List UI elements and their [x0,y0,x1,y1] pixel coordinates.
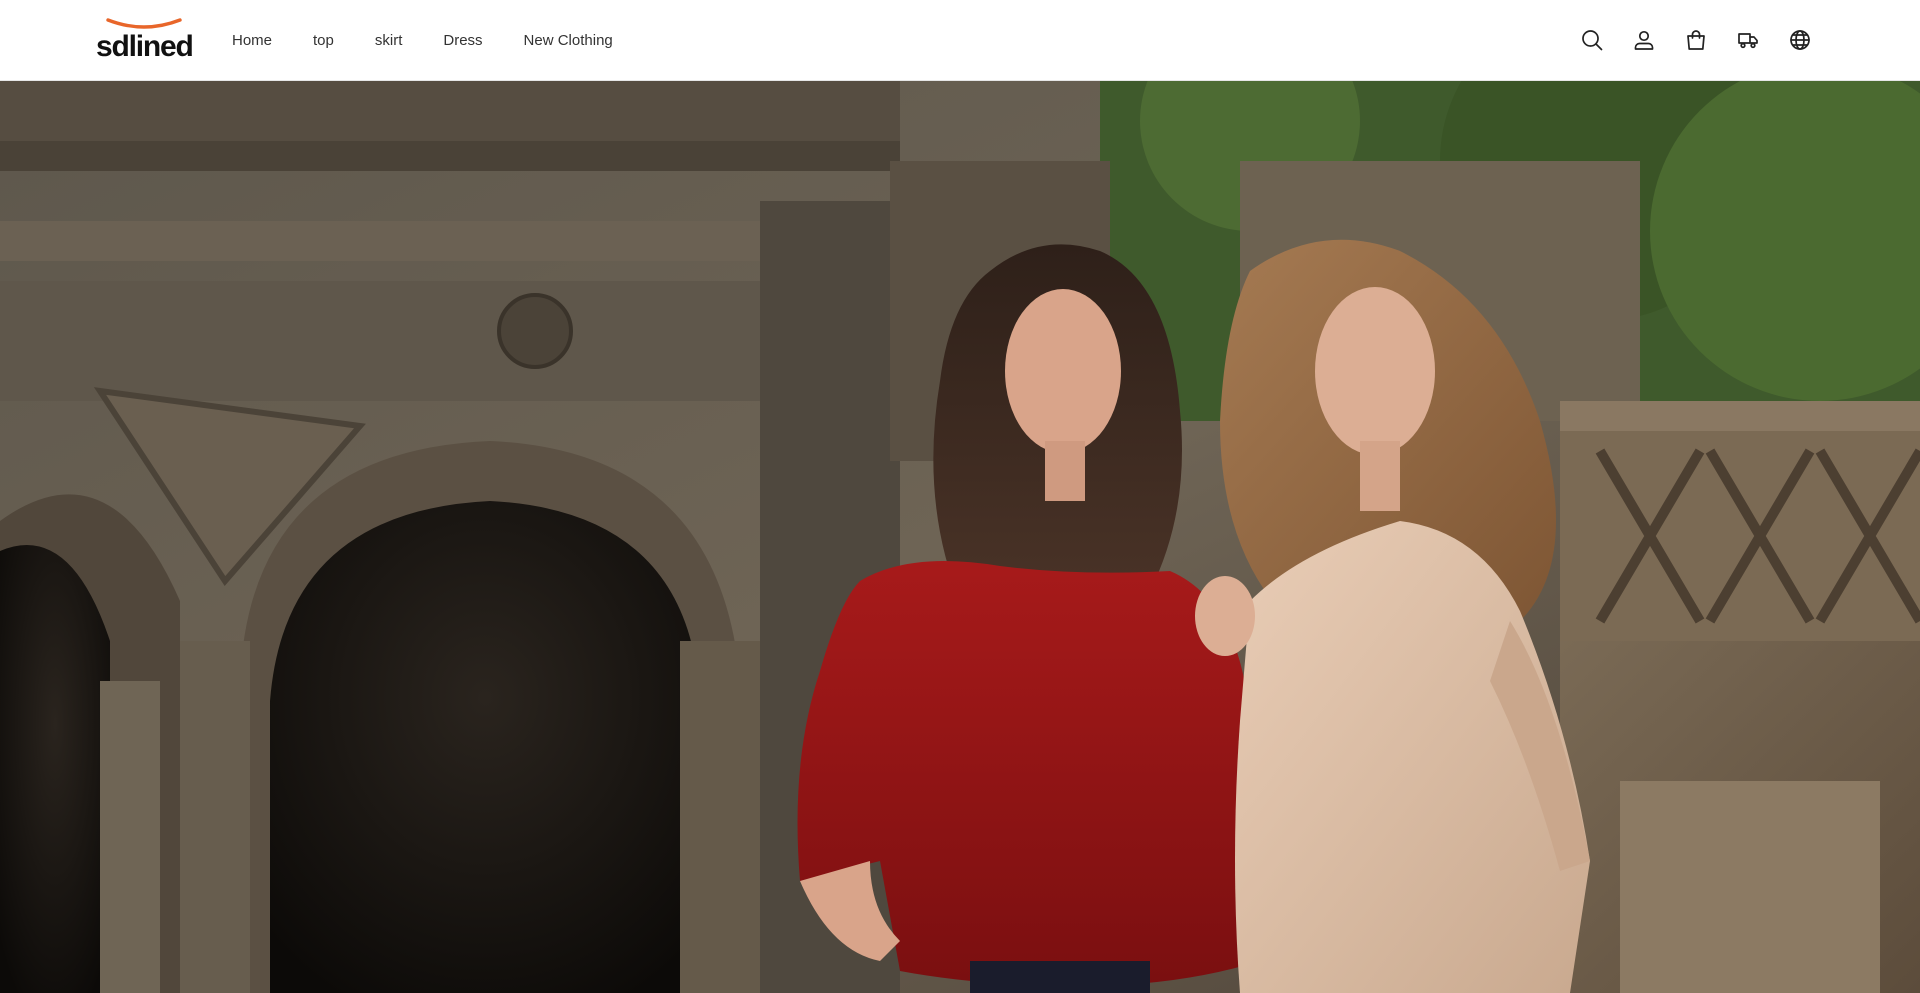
cart-icon[interactable] [1684,28,1708,52]
main-nav: Home top skirt Dress New Clothing [232,33,654,48]
nav-item-new-clothing[interactable]: New Clothing [524,33,613,48]
language-globe-icon[interactable] [1788,28,1812,52]
search-icon[interactable] [1580,28,1604,52]
header-icon-bar [1580,28,1812,52]
logo-swoosh-icon [106,18,182,29]
hero-image [0,81,1920,993]
nav-item-top[interactable]: top [313,33,334,48]
nav-item-skirt[interactable]: skirt [375,33,403,48]
hero-banner[interactable] [0,81,1920,993]
site-header: sdlined Home top skirt Dress New Clothin… [0,0,1920,81]
account-icon[interactable] [1632,28,1656,52]
brand-name: sdlined [96,30,194,63]
order-tracking-icon[interactable] [1736,28,1760,52]
brand-logo[interactable]: sdlined [96,18,196,62]
nav-item-dress[interactable]: Dress [443,33,482,48]
nav-item-home[interactable]: Home [232,33,272,48]
